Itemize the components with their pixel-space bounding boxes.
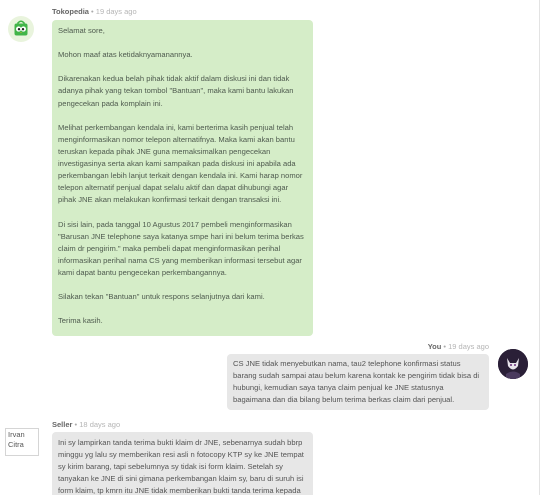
message-timestamp: 18 days ago — [79, 420, 121, 429]
message-header: Seller • 18 days ago — [52, 420, 120, 429]
message-bubble-tokopedia: Selamat sore, Mohon maaf atas ketidaknya… — [52, 20, 313, 336]
message-paragraph: Terima kasih. — [58, 316, 103, 326]
sender-name: Tokopedia — [52, 7, 89, 16]
separator-dot: • — [74, 420, 78, 429]
tokopedia-owl-bag-icon — [14, 20, 28, 36]
tokopedia-avatar — [8, 16, 34, 42]
separator-dot: • — [443, 342, 447, 351]
message-text: Ini sy lampirkan tanda terima bukti klai… — [58, 438, 304, 495]
sender-name: You — [427, 342, 442, 351]
sender-name: Seller — [52, 420, 73, 429]
seller-name-card: Irvan Citra — [5, 428, 39, 456]
user-avatar[interactable] — [498, 349, 528, 379]
chat-thread: Tokopedia • 19 days ago Selamat sore, Mo… — [0, 0, 540, 495]
message-header: You • 19 days ago — [0, 342, 489, 351]
separator-dot: • — [91, 7, 94, 16]
message-timestamp: 19 days ago — [448, 342, 489, 351]
message-paragraph: Selamat sore, — [58, 26, 105, 35]
seller-card-line: Irvan — [8, 430, 25, 439]
message-header: Tokopedia • 19 days ago — [52, 7, 137, 16]
message-paragraph: Melihat perkembangan kendala ini, kami b… — [58, 122, 303, 205]
seller-card-line: Citra — [8, 440, 24, 449]
message-paragraph: Mohon maaf atas ketidaknyamanannya. — [58, 50, 193, 60]
message-paragraph: Di sisi lain, pada tanggal 10 Agustus 20… — [58, 219, 304, 277]
message-text: CS JNE tidak menyebutkan nama, tau2 tele… — [233, 359, 480, 405]
message-timestamp: 19 days ago — [95, 7, 137, 16]
message-bubble-user: CS JNE tidak menyebutkan nama, tau2 tele… — [227, 354, 489, 410]
message-bubble-seller: Ini sy lampirkan tanda terima bukti klai… — [52, 432, 313, 495]
message-paragraph: Silakan tekan "Bantuan" untuk respons se… — [58, 292, 265, 302]
user-profile-avatar — [498, 349, 528, 379]
message-paragraph: Dikarenakan kedua belah pihak tidak akti… — [58, 74, 294, 108]
